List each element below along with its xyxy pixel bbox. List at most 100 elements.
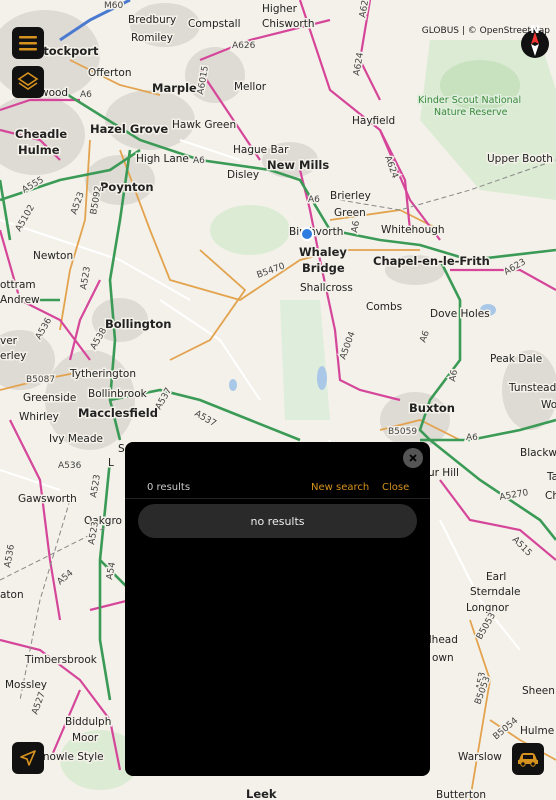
road-label: B5059: [388, 427, 417, 437]
place-label: Blackw: [520, 447, 556, 459]
compass-icon: N: [521, 23, 549, 58]
road-label: A6: [448, 369, 460, 383]
road-label: A6: [350, 220, 362, 234]
new-search-link[interactable]: New search: [311, 482, 369, 493]
road-label: A536: [58, 461, 82, 471]
road-label: A6: [308, 195, 320, 205]
place-label: ottram: [0, 279, 36, 291]
place-label: Greenside: [23, 392, 76, 404]
place-label: Marple: [152, 81, 197, 95]
place-label: Andrew: [0, 294, 40, 306]
place-label: Bredbury: [128, 14, 176, 26]
place-label: Gawsworth: [18, 493, 77, 505]
place-label: erley: [0, 350, 26, 362]
close-icon: [409, 454, 417, 462]
place-label: Hulme: [18, 143, 60, 157]
place-label: Stockport: [35, 44, 99, 58]
place-label: Macclesfield: [78, 406, 158, 420]
place-label: Warslow: [458, 751, 502, 763]
place-label: Bollington: [105, 317, 172, 331]
panel-close-button[interactable]: [403, 448, 423, 468]
place-label: Sheen: [522, 685, 555, 697]
header-divider: [125, 498, 430, 499]
place-label: Longnor: [466, 602, 509, 614]
place-label: Wo: [541, 399, 556, 411]
place-label: Knowle Style: [36, 751, 104, 763]
place-label: S: [118, 443, 125, 455]
layers-button[interactable]: [12, 66, 44, 98]
place-label: Green: [334, 207, 366, 219]
place-label: Butterton: [436, 789, 486, 800]
place-label: Buxton: [409, 401, 455, 415]
place-label: wood: [40, 87, 68, 99]
place-label: Hayfield: [352, 115, 395, 127]
place-label: Earl: [486, 571, 506, 583]
place-label: Ivy Meade: [49, 433, 103, 445]
place-label: Disley: [227, 169, 259, 181]
place-label: Sterndale: [470, 586, 521, 598]
place-label: High Lane: [136, 153, 189, 165]
place-label: Dove Holes: [430, 308, 490, 320]
place-label: Chisworth: [262, 18, 314, 30]
road-label: A6: [193, 156, 205, 166]
hamburger-icon: [19, 36, 37, 51]
place-label: Brierley: [330, 190, 371, 202]
road-label: A6: [466, 433, 478, 443]
place-label: ver: [0, 335, 18, 347]
place-label: Whitehough: [381, 224, 445, 236]
compass-north-label: N: [530, 23, 539, 36]
no-results-message: no results: [138, 504, 417, 538]
place-label: Hazel Grove: [90, 122, 168, 136]
place-label: Hawk Green: [172, 119, 236, 131]
place-label: Leek: [246, 787, 277, 800]
place-label: Higher: [262, 3, 298, 15]
place-label: Tytherington: [69, 368, 136, 380]
place-label: Timbersbrook: [24, 654, 98, 666]
place-label: ur Hill: [428, 467, 459, 479]
place-label: Hague Bar: [233, 144, 289, 156]
road-label: M60: [104, 1, 123, 11]
car-icon: [518, 753, 538, 767]
navigation-arrow-icon: [20, 750, 36, 766]
place-label: Poynton: [100, 180, 154, 194]
current-location-dot: [302, 229, 312, 239]
place-label: Upper Booth: [487, 153, 553, 165]
place-label: Mossley: [5, 679, 47, 691]
place-label: Hulme: [520, 725, 554, 737]
layers-icon: [17, 72, 39, 90]
search-results-header: 0 results New search Close: [125, 476, 430, 498]
place-label: own: [432, 652, 454, 664]
road-label: B5087: [26, 375, 55, 385]
route-mode-button[interactable]: [512, 743, 544, 775]
place-label: Compstall: [188, 18, 241, 30]
place-label: Whaley: [299, 245, 347, 259]
place-label: New Mills: [267, 158, 329, 172]
place-label: Nature Reserve: [434, 107, 508, 118]
place-label: Bollinbrook: [88, 388, 148, 400]
place-label: Whirley: [19, 411, 59, 423]
place-label: Moor: [72, 732, 99, 744]
place-label: Ch: [545, 490, 556, 502]
place-label: Combs: [366, 301, 402, 313]
place-label: Romiley: [131, 32, 173, 44]
place-label: Bridge: [302, 261, 345, 275]
road-label: A6: [80, 90, 92, 100]
place-label: Kinder Scout National: [418, 95, 521, 106]
place-label: Cheadle: [15, 127, 67, 141]
place-label: Birchvorth: [289, 226, 343, 238]
menu-button[interactable]: [12, 27, 44, 59]
place-label: L: [108, 457, 114, 469]
close-link[interactable]: Close: [382, 482, 409, 493]
place-label: Shallcross: [300, 282, 353, 294]
place-label: aton: [0, 589, 24, 601]
place-label: Tunstead: [508, 382, 556, 394]
place-label: Offerton: [88, 67, 131, 79]
place-label: Ta: [546, 471, 556, 483]
place-label: Biddulph: [65, 716, 111, 728]
place-label: Newton: [33, 250, 73, 262]
place-label: Chapel-en-le-Frith: [373, 254, 490, 268]
results-count: 0 results: [147, 482, 191, 493]
place-label: Mellor: [234, 81, 267, 93]
locate-button[interactable]: [12, 742, 44, 774]
compass-button[interactable]: N: [518, 23, 552, 61]
